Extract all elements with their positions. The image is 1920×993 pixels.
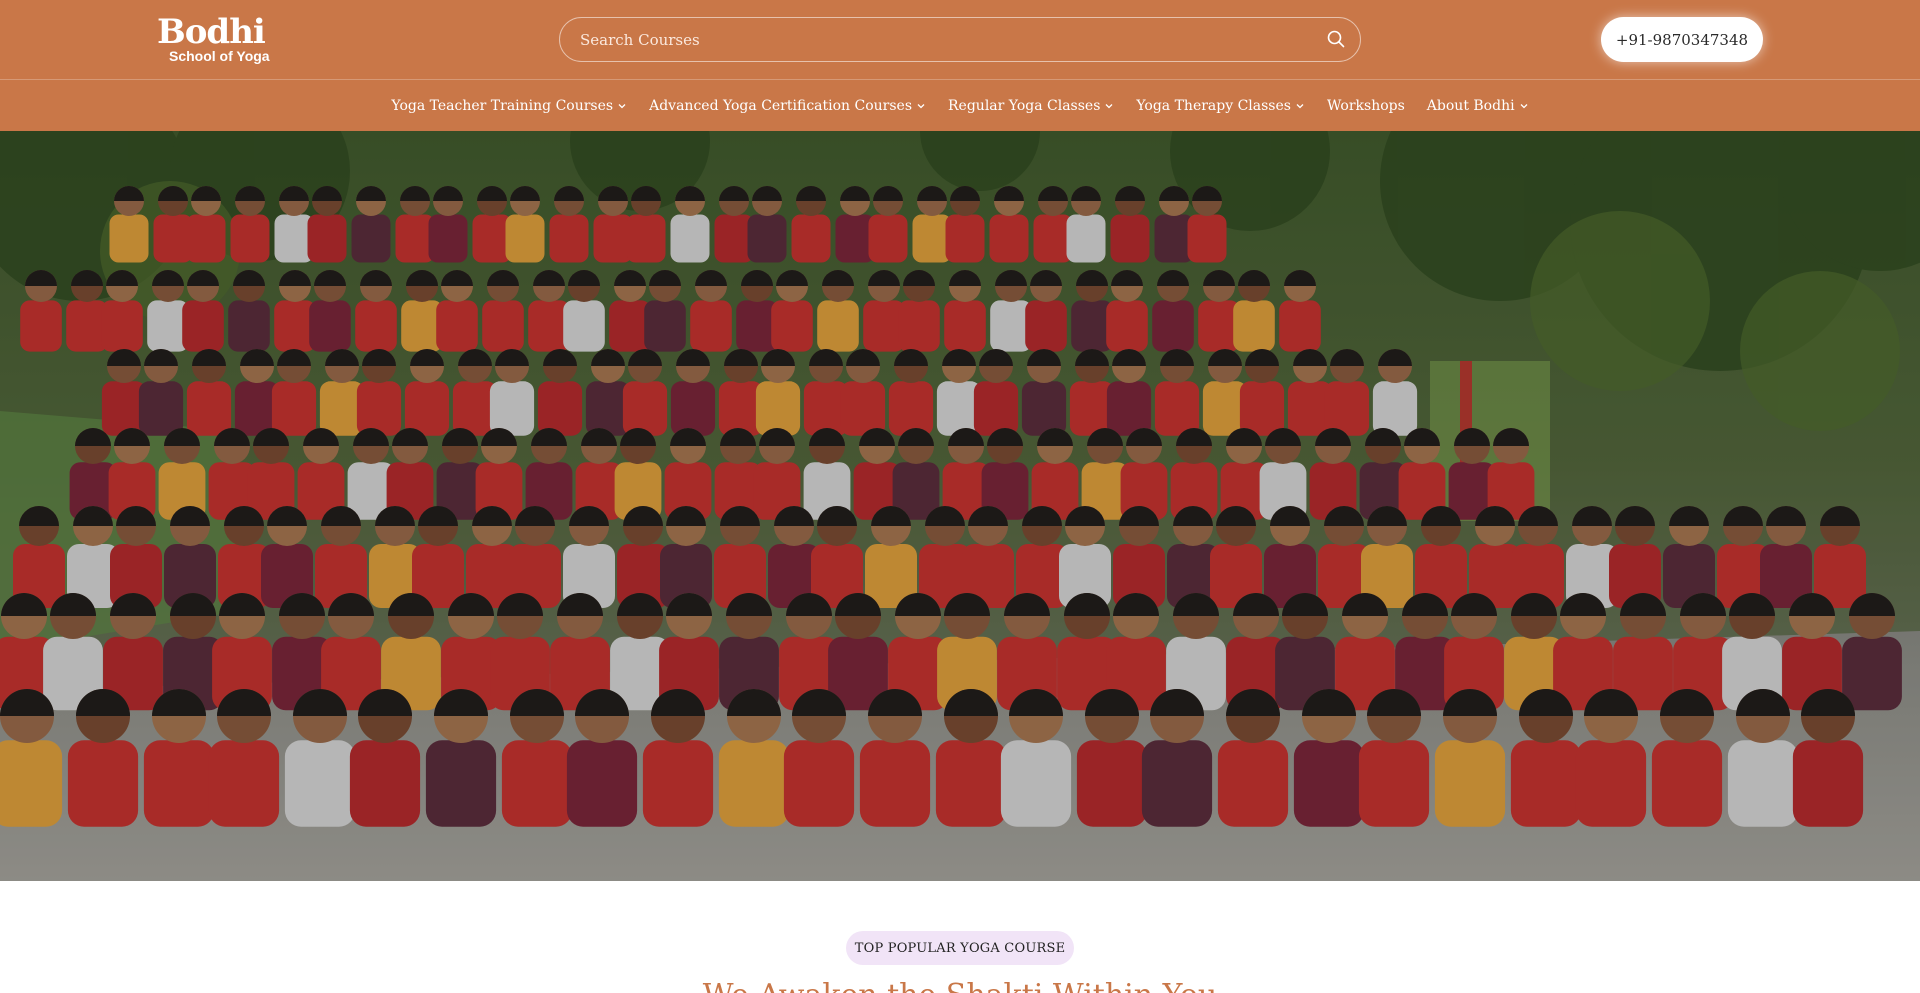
chevron-down-icon [1105,104,1113,109]
section-title: We Awaken the Shakti Within You [0,976,1920,993]
chevron-down-icon [917,104,925,109]
nav-item-advanced-certification[interactable]: Advanced Yoga Certification Courses [638,98,937,114]
nav-item-label: About Bodhi [1426,98,1515,114]
nav-item-label: Regular Yoga Classes [948,98,1101,114]
logo-tagline: School of Yoga [169,48,270,64]
phone-button[interactable]: +91-9870347348 [1601,17,1763,62]
nav-item-yoga-teacher-training[interactable]: Yoga Teacher Training Courses [380,98,638,114]
section-badge: TOP POPULAR YOGA COURSE [846,931,1074,965]
chevron-down-icon [1520,104,1528,109]
nav-item-label: Yoga Teacher Training Courses [391,98,614,114]
nav-item-regular-classes[interactable]: Regular Yoga Classes [937,98,1125,114]
nav-item-about-bodhi[interactable]: About Bodhi [1416,98,1540,114]
nav-item-yoga-therapy[interactable]: Yoga Therapy Classes [1125,98,1316,114]
nav-item-workshops[interactable]: Workshops [1316,98,1416,114]
logo-wordmark: Bodhi [157,12,266,52]
nav-item-label: Workshops [1326,98,1405,114]
hero-overlay [0,131,1920,881]
search-icon[interactable] [1326,29,1346,49]
main-nav: Yoga Teacher Training Courses Advanced Y… [0,81,1920,131]
hero-group-photo [0,131,1920,881]
chevron-down-icon [1296,104,1304,109]
logo[interactable]: Bodhi School of Yoga [157,12,270,66]
nav-item-label: Yoga Therapy Classes [1136,98,1291,114]
group-photo-illustration [0,131,1920,881]
nav-item-label: Advanced Yoga Certification Courses [649,98,913,114]
top-bar: Bodhi School of Yoga +91-9870347348 [0,0,1920,80]
search-bar [559,17,1361,62]
chevron-down-icon [618,104,626,109]
site-header: Bodhi School of Yoga +91-9870347348 Yoga… [0,0,1920,131]
search-input[interactable] [560,18,1300,61]
